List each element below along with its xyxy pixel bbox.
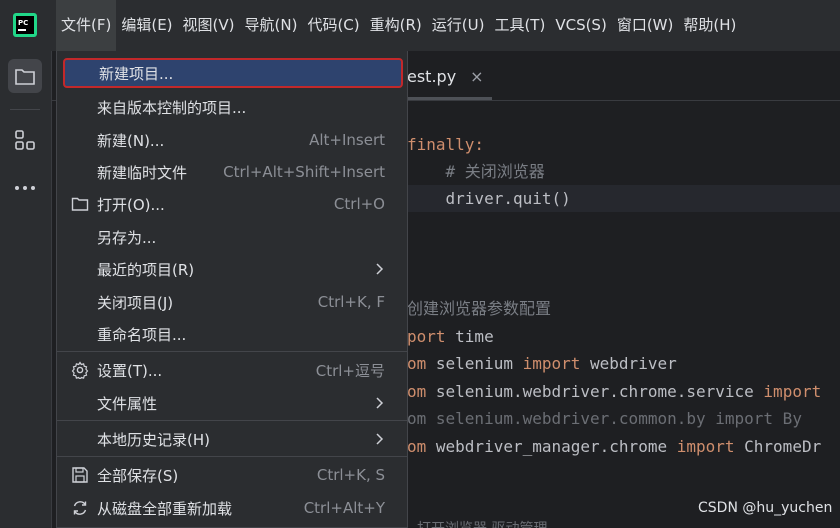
menu-refactor[interactable]: 重构(R) bbox=[365, 0, 427, 51]
chevron-right-icon bbox=[376, 263, 384, 275]
structure-tool-button[interactable] bbox=[8, 123, 42, 157]
menu-edit[interactable]: 编辑(E) bbox=[116, 0, 177, 51]
menu-item-rename-project[interactable]: 重命名项目... bbox=[63, 319, 403, 349]
chevron-right-icon bbox=[376, 397, 384, 409]
shortcut-label: Ctrl+Alt+Shift+Insert bbox=[223, 163, 385, 181]
folder-icon bbox=[15, 69, 35, 85]
more-tools-button[interactable] bbox=[8, 171, 42, 205]
tab-close-icon[interactable]: × bbox=[470, 67, 483, 86]
shortcut-label: Ctrl+K, F bbox=[317, 293, 385, 311]
svg-text:PC: PC bbox=[18, 19, 28, 27]
code-line: om selenium.webdriver.common.by import B… bbox=[407, 409, 802, 428]
shortcut-label: Ctrl+逗号 bbox=[315, 361, 385, 380]
tab-filename: est.py bbox=[407, 66, 457, 86]
menubar: PC 文件(F) 编辑(E) 视图(V) 导航(N) 代码(C) 重构(R) 运… bbox=[0, 0, 840, 51]
menu-item-close-project[interactable]: 关闭项目(J) Ctrl+K, F bbox=[63, 287, 403, 317]
menu-item-settings[interactable]: 设置(T)... Ctrl+逗号 bbox=[63, 355, 403, 385]
shortcut-label: Ctrl+K, S bbox=[316, 466, 385, 484]
code-line: port time bbox=[407, 327, 494, 346]
menu-item-new-project[interactable]: 新建项目... bbox=[63, 58, 403, 88]
chevron-right-icon bbox=[376, 433, 384, 445]
menu-navigate[interactable]: 导航(N) bbox=[240, 0, 303, 51]
menu-vcs[interactable]: VCS(S) bbox=[550, 0, 611, 51]
menu-item-file-properties[interactable]: 文件属性 bbox=[63, 388, 403, 418]
watermark: CSDN @hu_yuchen bbox=[698, 500, 833, 516]
code-line: # 关闭浏览器 bbox=[407, 162, 545, 181]
menu-item-new-scratch-file[interactable]: 新建临时文件 Ctrl+Alt+Shift+Insert bbox=[63, 157, 403, 187]
bottom-comment-text: 打开浏览器 驱动管理 bbox=[417, 518, 547, 528]
menu-view[interactable]: 视图(V) bbox=[178, 0, 240, 51]
menu-item-new[interactable]: 新建(N)... Alt+Insert bbox=[63, 125, 403, 155]
shortcut-label: Ctrl+O bbox=[333, 195, 385, 213]
menu-item-open[interactable]: 打开(O)... Ctrl+O bbox=[63, 189, 403, 219]
menu-help[interactable]: 帮助(H) bbox=[678, 0, 741, 51]
code-line: om webdriver_manager.chrome import Chrom… bbox=[407, 437, 822, 456]
menu-window[interactable]: 窗口(W) bbox=[612, 0, 679, 51]
menu-item-save-as[interactable]: 另存为... bbox=[63, 222, 403, 252]
editor-tab[interactable]: est.py × bbox=[407, 51, 484, 101]
menu-code[interactable]: 代码(C) bbox=[302, 0, 364, 51]
structure-icon bbox=[15, 130, 35, 150]
reload-icon bbox=[73, 501, 87, 515]
more-horizontal-icon bbox=[15, 186, 35, 190]
shortcut-label: Ctrl+Alt+Y bbox=[303, 499, 385, 517]
save-icon bbox=[72, 467, 88, 483]
shortcut-label: Alt+Insert bbox=[309, 131, 385, 149]
tool-window-strip bbox=[0, 51, 52, 528]
menu-run[interactable]: 运行(U) bbox=[427, 0, 490, 51]
file-menu-dropdown: 新建项目... 来自版本控制的项目... 新建(N)... Alt+Insert… bbox=[56, 51, 408, 528]
menu-separator bbox=[57, 351, 407, 352]
menu-tools[interactable]: 工具(T) bbox=[489, 0, 550, 51]
code-line: finally: bbox=[407, 135, 485, 154]
strip-divider bbox=[10, 109, 40, 110]
menu-file[interactable]: 文件(F) bbox=[56, 0, 117, 51]
code-line: 创建浏览器参数配置 bbox=[407, 299, 552, 318]
code-line: om selenium.webdriver.chrome.service imp… bbox=[407, 382, 822, 401]
pycharm-logo-icon: PC bbox=[13, 13, 37, 37]
folder-icon bbox=[71, 197, 89, 211]
menu-item-local-history[interactable]: 本地历史记录(H) bbox=[63, 424, 403, 454]
code-line-current: driver.quit() bbox=[407, 185, 840, 212]
menu-item-save-all[interactable]: 全部保存(S) Ctrl+K, S bbox=[63, 460, 403, 490]
code-line: om selenium import webdriver bbox=[407, 354, 677, 373]
menu-separator bbox=[57, 456, 407, 457]
menu-item-reload-all-from-disk[interactable]: 从磁盘全部重新加载 Ctrl+Alt+Y bbox=[63, 493, 403, 523]
gear-icon bbox=[71, 361, 89, 379]
menu-item-recent-projects[interactable]: 最近的项目(R) bbox=[63, 254, 403, 284]
menu-item-project-from-vcs[interactable]: 来自版本控制的项目... bbox=[63, 92, 403, 122]
project-tool-button[interactable] bbox=[8, 59, 42, 93]
menu-separator bbox=[57, 420, 407, 421]
